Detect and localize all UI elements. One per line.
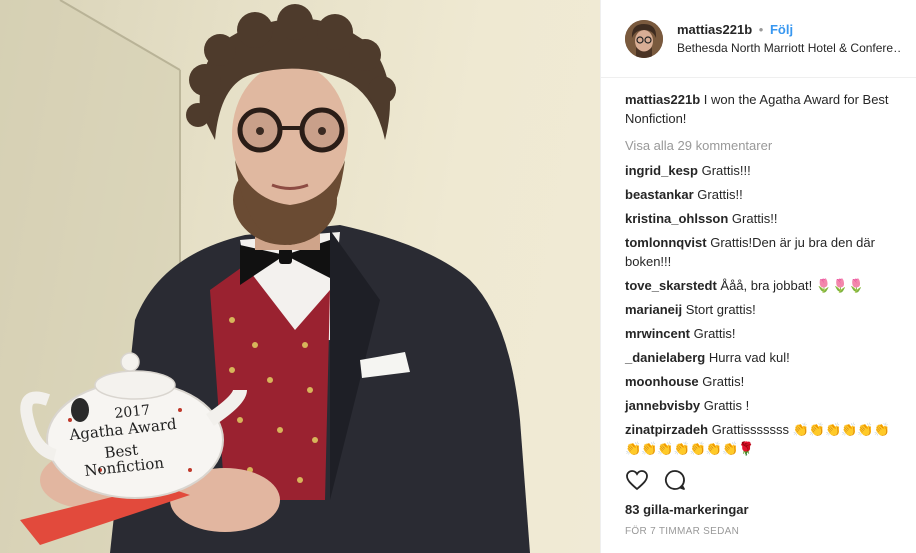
comment-row: mrwincent Grattis! — [625, 324, 900, 343]
avatar[interactable] — [625, 19, 663, 58]
likes-count[interactable]: 83 gilla-markeringar — [625, 502, 749, 517]
comment-text: Hurra vad kul! — [705, 350, 790, 365]
view-all-comments-link[interactable]: Visa alla 29 kommentarer — [625, 136, 900, 155]
comment-text: Grattis!! — [728, 211, 778, 226]
post-caption: mattias221b I won the Agatha Award for B… — [625, 90, 900, 128]
action-bar — [625, 468, 687, 492]
avatar-image — [625, 19, 663, 58]
comment-row: moonhouse Grattis! — [625, 372, 900, 391]
comment-username[interactable]: tove_skarstedt — [625, 278, 717, 293]
comment-username[interactable]: tomlonnqvist — [625, 235, 707, 250]
comment-username[interactable]: zinatpirzadeh — [625, 422, 708, 437]
comment-username[interactable]: mrwincent — [625, 326, 690, 341]
comment-row: tove_skarstedt Ååå, bra jobbat! 🌷🌷🌷 — [625, 276, 900, 295]
comment-username[interactable]: marianeij — [625, 302, 682, 317]
comment-text: Stort grattis! — [682, 302, 756, 317]
header-username[interactable]: mattias221b — [677, 22, 752, 37]
post-photo[interactable]: 2017 Agatha Award Best Nonfiction — [0, 0, 600, 553]
comment-username[interactable]: beastankar — [625, 187, 694, 202]
comment-row: jannebvisby Grattis ! — [625, 396, 900, 415]
header-separator: • — [758, 21, 764, 37]
comment-text: Ååå, bra jobbat! 🌷🌷🌷 — [716, 278, 865, 293]
photo-illustration: 2017 Agatha Award Best Nonfiction — [0, 0, 530, 553]
comment-text: Grattis!!! — [697, 163, 751, 178]
follow-button[interactable]: Följ — [770, 22, 793, 37]
caption-username[interactable]: mattias221b — [625, 92, 700, 107]
comment-row: zinatpirzadeh Grattisssssss 👏👏👏👏👏👏👏👏👏👏👏👏… — [625, 420, 900, 458]
comment-row: kristina_ohlsson Grattis!! — [625, 209, 900, 228]
comment-username[interactable]: ingrid_kesp — [625, 163, 698, 178]
post-header: mattias221b • Följ Bethesda North Marrio… — [601, 0, 916, 78]
comment-bubble-icon[interactable] — [663, 468, 687, 492]
comments-list: mattias221b I won the Agatha Award for B… — [601, 78, 916, 458]
comment-text: Grattis!! — [693, 187, 743, 202]
comment-row: beastankar Grattis!! — [625, 185, 900, 204]
heart-icon[interactable] — [625, 468, 649, 492]
comment-username[interactable]: moonhouse — [625, 374, 699, 389]
comment-row: tomlonnqvist Grattis!Den är ju bra den d… — [625, 233, 900, 271]
comment-text: Grattis! — [690, 326, 736, 341]
comment-row: _danielaberg Hurra vad kul! — [625, 348, 900, 367]
comment-username[interactable]: jannebvisby — [625, 398, 700, 413]
comment-row: marianeij Stort grattis! — [625, 300, 900, 319]
comment-row: ingrid_kesp Grattis!!! — [625, 161, 900, 180]
comment-username[interactable]: _danielaberg — [625, 350, 705, 365]
location-link[interactable]: Bethesda North Marriott Hotel & Confere… — [677, 39, 900, 57]
comment-username[interactable]: kristina_ohlsson — [625, 211, 728, 226]
post-side-panel: mattias221b • Följ Bethesda North Marrio… — [600, 0, 916, 553]
instagram-post: 2017 Agatha Award Best Nonfiction mattia… — [0, 0, 916, 553]
comment-text: Grattis! — [698, 374, 745, 389]
post-timestamp[interactable]: FÖR 7 TIMMAR SEDAN — [625, 526, 739, 537]
comment-text: Grattis ! — [700, 398, 750, 413]
